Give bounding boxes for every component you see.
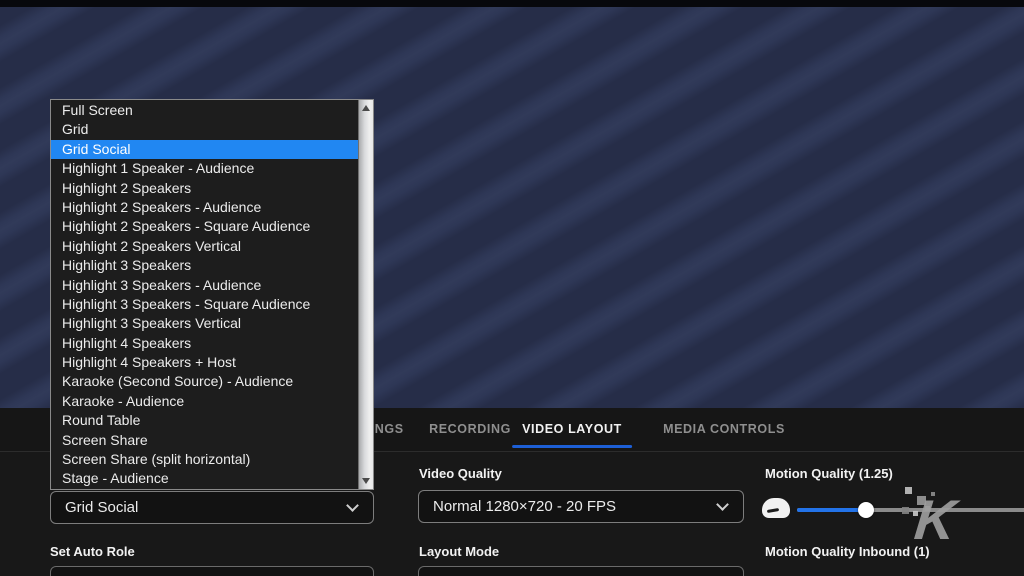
turtle-icon — [762, 498, 790, 518]
listbox-option[interactable]: Highlight 3 Speakers — [51, 256, 358, 275]
up-arrow-icon[interactable] — [362, 105, 370, 111]
listbox-option[interactable]: Highlight 3 Speakers Vertical — [51, 314, 358, 333]
listbox-option[interactable]: Round Table — [51, 411, 358, 430]
listbox-option[interactable]: Highlight 4 Speakers — [51, 334, 358, 353]
window-top-edge — [0, 0, 1024, 7]
set-auto-role-label: Set Auto Role — [50, 544, 135, 559]
listbox-option[interactable]: Screen Share — [51, 431, 358, 450]
tab-media-controls[interactable]: MEDIA CONTROLS — [663, 422, 785, 436]
app-window: SETTINGSRECORDINGVIDEO LAYOUTMEDIA CONTR… — [0, 0, 1024, 576]
listbox-option[interactable]: Highlight 3 Speakers - Audience — [51, 276, 358, 295]
listbox-option[interactable]: Karaoke - Audience — [51, 392, 358, 411]
video-quality-select[interactable]: Normal 1280×720 - 20 FPS — [418, 490, 744, 523]
listbox-option[interactable]: Highlight 2 Speakers - Audience — [51, 198, 358, 217]
tab-video-layout[interactable]: VIDEO LAYOUT — [522, 422, 622, 436]
tab-recording[interactable]: RECORDING — [429, 422, 511, 436]
listbox-option[interactable]: Screen Share (split horizontal) — [51, 450, 358, 469]
listbox-option[interactable]: Grid — [51, 120, 358, 139]
layout-mode-select[interactable] — [418, 566, 744, 576]
listbox-option[interactable]: Highlight 3 Speakers - Square Audience — [51, 295, 358, 314]
chevron-down-icon — [346, 499, 359, 512]
listbox-option[interactable]: Highlight 2 Speakers Vertical — [51, 237, 358, 256]
listbox-option[interactable]: Highlight 4 Speakers + Host — [51, 353, 358, 372]
chevron-down-icon — [716, 498, 729, 511]
listbox-option[interactable]: Karaoke (Second Source) - Audience — [51, 372, 358, 391]
motion-quality-inbound-label: Motion Quality Inbound (1) — [765, 544, 930, 559]
video-quality-value: Normal 1280×720 - 20 FPS — [433, 498, 616, 515]
layout-select-value: Grid Social — [65, 499, 138, 516]
listbox-option[interactable]: Stage - Audience — [51, 469, 358, 488]
listbox-option[interactable]: Highlight 2 Speakers — [51, 179, 358, 198]
listbox-option[interactable]: Highlight 2 Speakers - Square Audience — [51, 217, 358, 236]
layout-listbox: Full ScreenGridGrid SocialHighlight 1 Sp… — [50, 99, 374, 490]
layout-select[interactable]: Grid Social — [50, 491, 374, 524]
motion-quality-slider[interactable] — [797, 502, 1024, 518]
down-arrow-icon[interactable] — [362, 478, 370, 484]
layout-listbox-rows: Full ScreenGridGrid SocialHighlight 1 Sp… — [51, 100, 358, 489]
set-auto-role-select[interactable] — [50, 566, 374, 576]
slider-thumb[interactable] — [858, 502, 874, 518]
video-quality-label: Video Quality — [419, 466, 502, 481]
listbox-option[interactable]: Grid Social — [51, 140, 358, 159]
listbox-option[interactable]: Highlight 1 Speaker - Audience — [51, 159, 358, 178]
motion-quality-label: Motion Quality (1.25) — [765, 466, 893, 481]
slider-fill — [797, 508, 866, 512]
layout-mode-label: Layout Mode — [419, 544, 499, 559]
listbox-scrollbar[interactable] — [358, 100, 373, 489]
listbox-option[interactable]: Full Screen — [51, 101, 358, 120]
